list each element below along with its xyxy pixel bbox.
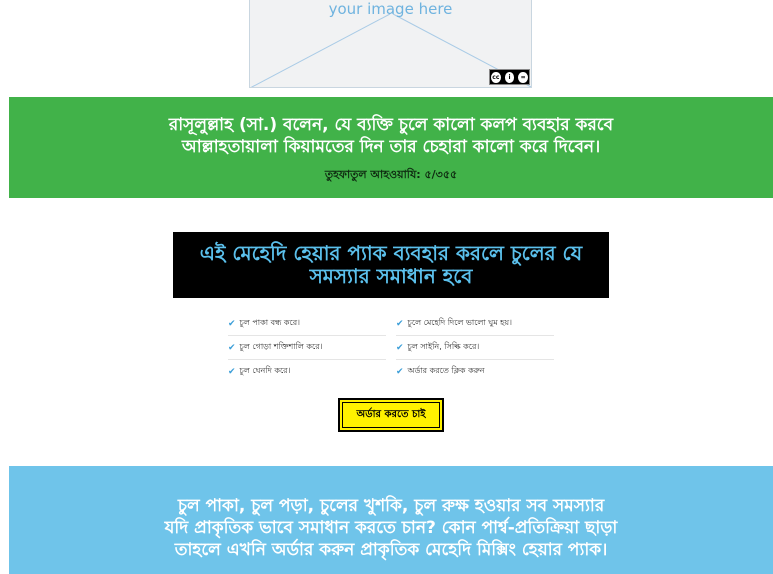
benefit-text: চুল পাকা বন্ধ করে।	[239, 318, 300, 327]
benefit-text: চুল ঘেনদি করে।	[239, 366, 291, 375]
promo-line-1: চুল পাকা, চুল পড়া, চুলের খুশকি, চুল রুক…	[177, 496, 605, 516]
benefits-heading-line-1: এই মেহেদি হেয়ার প্যাক ব্যবহার করলে চুলে…	[199, 241, 583, 265]
benefits-heading-line-2: সমস্যার সমাধান হবে	[309, 264, 473, 288]
benefit-item: ✔ অর্ডার করতে ক্লিক করুন	[396, 360, 554, 383]
check-icon: ✔	[228, 342, 236, 353]
order-button[interactable]: অর্ডার করতে চাই	[338, 398, 444, 432]
benefit-item: ✔ চুল সাইনি, সিল্কি করে।	[396, 336, 554, 360]
check-icon: ✔	[228, 318, 236, 329]
promo-line-2: যদি প্রাকৃতিক ভাবে সমাধান করতে চান? কোন …	[164, 518, 618, 538]
promo-line-3: তাহলে এখনি অর্ডার করুন প্রাকৃতিক মেহেদি …	[174, 540, 608, 560]
benefit-item: ✔ চুল গোড়া শক্তিশালি করে।	[228, 336, 386, 360]
benefit-text: চুল গোড়া শক্তিশালি করে।	[239, 342, 323, 351]
hadith-quote-line-1: রাসূলুল্লাহ (সা.) বলেন, যে ব্যক্তি চুলে …	[168, 115, 614, 135]
hadith-reference: তুহফাতুল আহওয়াযি: ৫/৩৫৫	[324, 168, 458, 181]
promo-text: চুল পাকা, চুল পড়া, চুলের খুশকি, চুল রুক…	[9, 495, 773, 561]
benefit-item: ✔ চুলে মেহেদি দিলে ভালো ঘুম হয়।	[396, 312, 554, 336]
hadith-quote-section: রাসূলুল্লাহ (সা.) বলেন, যে ব্যক্তি চুলে …	[9, 97, 773, 198]
check-icon: ✔	[396, 342, 404, 353]
benefit-item: ✔ চুল পাকা বন্ধ করে।	[228, 312, 386, 336]
hadith-quote-line-2: আল্লাহতায়ালা কিয়ামতের দিন তার চেহারা ক…	[181, 137, 601, 157]
benefit-text: চুল সাইনি, সিল্কি করে।	[407, 342, 480, 351]
benefit-item: ✔ চুল ঘেনদি করে।	[228, 360, 386, 383]
benefit-text: অর্ডার করতে ক্লিক করুন	[407, 366, 485, 375]
placeholder-text: your image here	[328, 0, 453, 18]
image-placeholder: your image here cc i =	[249, 0, 532, 88]
benefits-heading: এই মেহেদি হেয়ার প্যাক ব্যবহার করলে চুলে…	[173, 232, 609, 298]
benefit-text: চুলে মেহেদি দিলে ভালো ঘুম হয়।	[407, 318, 512, 327]
hadith-quote: রাসূলুল্লাহ (সা.) বলেন, যে ব্যক্তি চুলে …	[9, 114, 773, 158]
benefits-list: ✔ চুল পাকা বন্ধ করে। ✔ চুলে মেহেদি দিলে …	[228, 312, 554, 383]
promo-section: চুল পাকা, চুল পড়া, চুলের খুশকি, চুল রুক…	[9, 466, 773, 574]
check-icon: ✔	[396, 366, 404, 377]
creative-commons-icon: cc i =	[489, 69, 530, 85]
check-icon: ✔	[396, 318, 404, 329]
check-icon: ✔	[228, 366, 236, 377]
